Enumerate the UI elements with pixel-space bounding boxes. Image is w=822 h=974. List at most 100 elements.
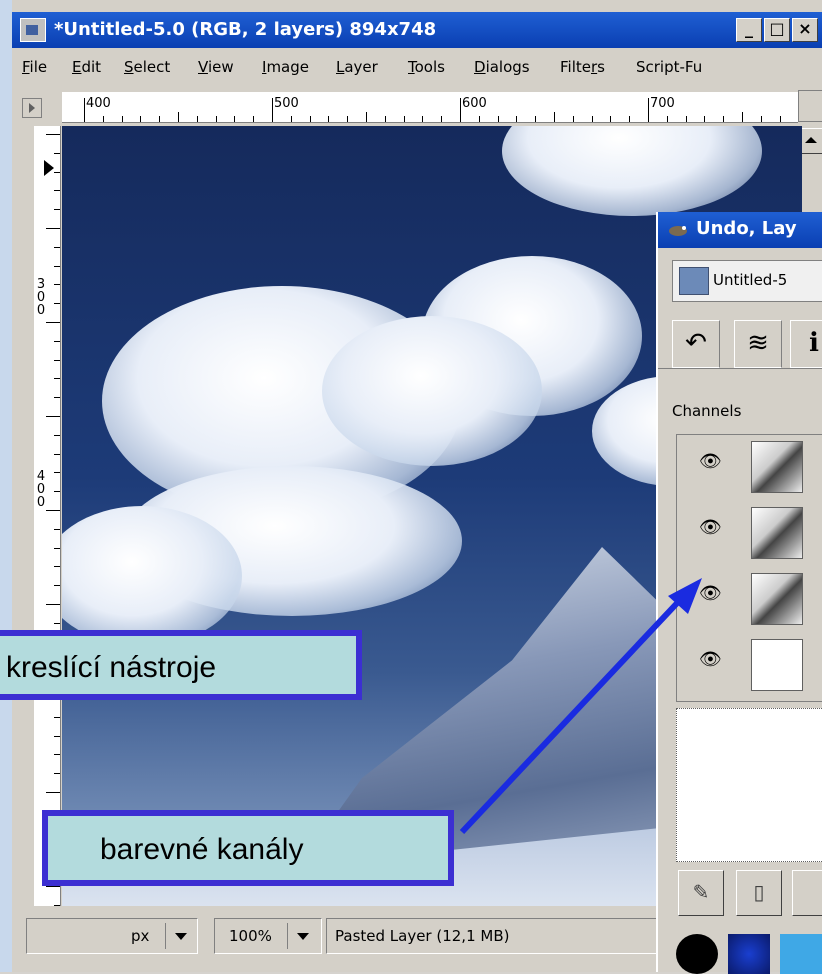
desktop-edge — [0, 0, 12, 972]
status-info: Pasted Layer (12,1 MB) — [326, 918, 668, 954]
horizontal-ruler[interactable]: 400 500 600 700 — [62, 92, 819, 123]
minimize-button[interactable]: _ — [736, 18, 762, 42]
ruler-tick — [366, 112, 367, 122]
ruler-tick — [46, 228, 60, 229]
menu-tools[interactable]: Tools — [408, 58, 445, 76]
menu-image[interactable]: Image — [262, 58, 309, 76]
unit-menu[interactable]: px — [26, 918, 198, 954]
close-button[interactable]: × — [792, 18, 818, 42]
info-icon[interactable]: ℹ — [790, 320, 822, 368]
ruler-tick — [54, 171, 60, 173]
ruler-tick — [54, 152, 60, 154]
ruler-tick — [290, 116, 292, 122]
ruler-label: 3 0 0 — [36, 277, 46, 318]
menu-edit[interactable]: Edit — [72, 58, 101, 76]
ruler-tick — [102, 116, 104, 122]
maximize-button[interactable]: □ — [764, 18, 790, 42]
eye-icon[interactable]: 👁 — [699, 453, 722, 471]
gradient-swatch[interactable] — [780, 934, 822, 974]
menu-layer[interactable]: Layer — [336, 58, 378, 76]
title-bar[interactable]: *Untitled-5.0 (RGB, 2 layers) 894x748 _ … — [12, 12, 822, 48]
channels-label: Channels — [672, 402, 742, 420]
alpha-channel-row[interactable]: 👁 — [677, 633, 822, 695]
ruler-tick — [441, 116, 443, 122]
ruler-tick — [54, 547, 60, 549]
eye-icon[interactable]: 👁 — [699, 519, 722, 537]
ruler-tick — [54, 453, 60, 455]
navigate-button[interactable] — [798, 90, 822, 122]
menu-filters[interactable]: Filters — [560, 58, 605, 76]
ruler-tick — [54, 585, 60, 587]
vertical-ruler[interactable]: 3 0 0 4 0 0 — [34, 126, 61, 906]
chevron-down-icon[interactable] — [297, 933, 309, 940]
ruler-tick — [591, 116, 593, 122]
image-name: Untitled-5 — [713, 271, 788, 289]
ruler-label: 500 — [274, 96, 299, 111]
ruler-tick — [84, 98, 85, 122]
ruler-tick — [215, 116, 217, 122]
drop-area[interactable] — [676, 708, 822, 862]
ruler-tick — [54, 566, 60, 568]
image-window-icon[interactable] — [20, 18, 46, 42]
ruler-tick — [572, 116, 574, 122]
callout-text: kreslící nástroje — [6, 651, 217, 684]
zoom-menu[interactable]: 100% — [214, 918, 322, 954]
undo-layers-dock: Undo, Lay Untitled-5 ↶ ≋ ℹ Channels 👁 👁 … — [656, 212, 822, 974]
menu-script-fu[interactable]: Script-Fu — [636, 58, 702, 76]
dock-title-bar[interactable]: Undo, Lay — [658, 212, 822, 248]
menu-view[interactable]: View — [198, 58, 234, 76]
ruler-label: 600 — [462, 96, 487, 111]
ruler-tick — [54, 359, 60, 361]
menu-dialogs[interactable]: Dialogs — [474, 58, 530, 76]
ruler-tick — [54, 434, 60, 436]
dock-tabs: ↶ ≋ ℹ — [658, 320, 822, 369]
layers-icon[interactable]: ≋ — [734, 320, 782, 368]
ruler-tick — [178, 112, 179, 122]
ruler-tick — [54, 716, 60, 718]
brush-swatch[interactable] — [676, 934, 718, 974]
quick-mask-toggle[interactable] — [22, 98, 42, 118]
ruler-tick — [54, 397, 60, 399]
channel-thumbnail — [751, 639, 803, 691]
cloud — [502, 126, 762, 216]
ruler-tick — [422, 116, 424, 122]
eye-icon[interactable]: 👁 — [699, 651, 722, 669]
ruler-tick — [704, 116, 706, 122]
ruler-tick — [328, 116, 330, 122]
ruler-tick — [535, 116, 537, 122]
eye-icon[interactable]: 👁 — [699, 585, 722, 603]
edit-icon[interactable]: ✎ — [678, 870, 724, 916]
blue-channel-row[interactable]: 👁 — [677, 567, 822, 629]
menu-file[interactable]: File — [22, 58, 47, 76]
ruler-tick — [234, 116, 236, 122]
callout-drawing-tools: kreslící nástroje — [0, 630, 362, 700]
more-button[interactable] — [792, 870, 822, 916]
ruler-tick — [140, 116, 142, 122]
ruler-label: 700 — [650, 96, 675, 111]
ruler-tick — [309, 116, 311, 122]
new-document-icon[interactable]: ▯ — [736, 870, 782, 916]
ruler-tick — [253, 116, 255, 122]
ruler-tick — [403, 116, 405, 122]
chevron-down-icon[interactable] — [175, 933, 187, 940]
ruler-tick — [46, 322, 60, 323]
menu-bar: File Edit Select View Image Layer Tools … — [12, 52, 822, 82]
ruler-label: 4 0 0 — [36, 469, 46, 510]
zoom-value: 100% — [229, 927, 272, 945]
image-selector[interactable]: Untitled-5 — [672, 260, 822, 302]
ruler-tick — [54, 754, 60, 756]
menu-select[interactable]: Select — [124, 58, 170, 76]
undo-icon[interactable]: ↶ — [672, 320, 720, 368]
ruler-tick — [54, 340, 60, 342]
pattern-swatch[interactable] — [728, 934, 770, 974]
ruler-tick — [46, 416, 60, 417]
ruler-tick — [54, 246, 60, 248]
ruler-tick — [610, 116, 612, 122]
ruler-tick — [54, 378, 60, 380]
green-channel-row[interactable]: 👁 — [677, 501, 822, 563]
ruler-tick — [54, 528, 60, 530]
red-channel-row[interactable]: 👁 — [677, 435, 822, 497]
ruler-tick — [629, 116, 631, 122]
ruler-tick — [54, 491, 60, 493]
ruler-tick — [272, 98, 273, 122]
